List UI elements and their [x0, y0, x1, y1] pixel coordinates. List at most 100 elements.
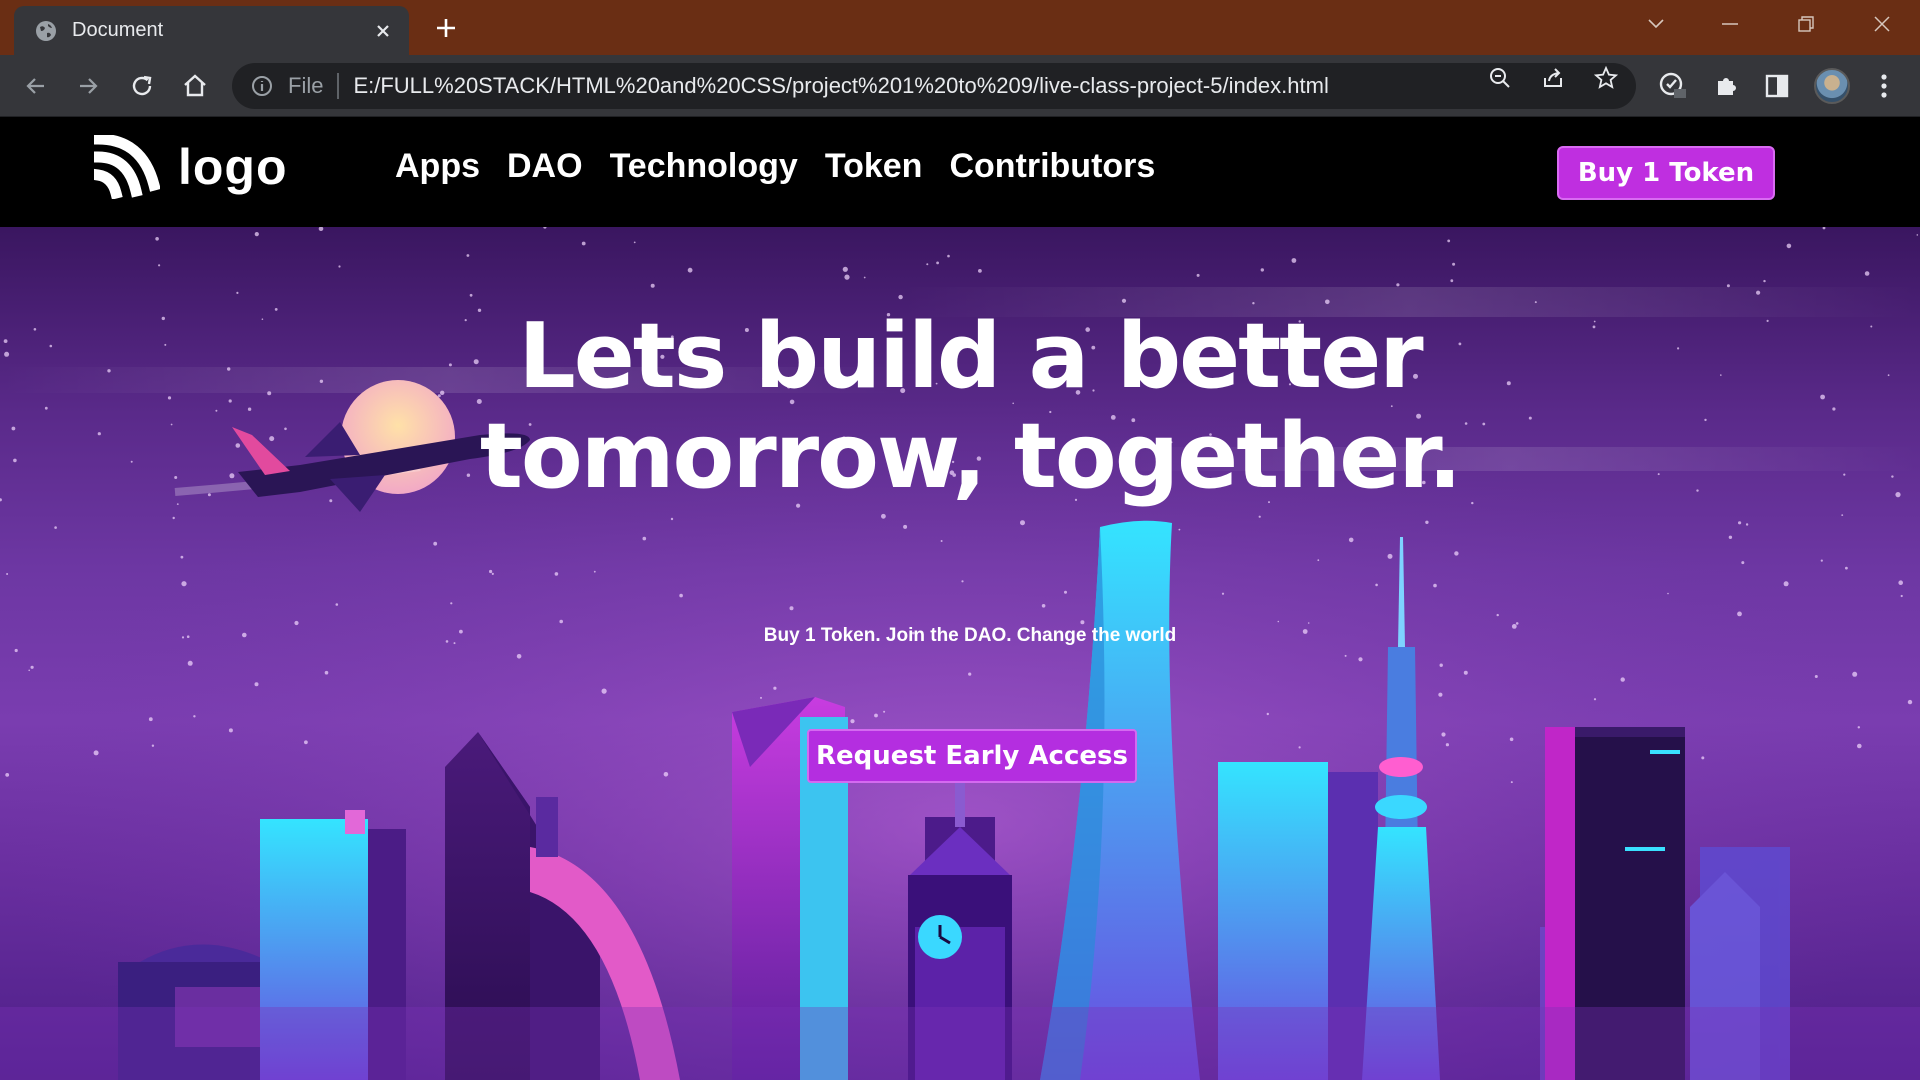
star	[193, 715, 196, 718]
buy-token-button[interactable]: Buy 1 Token	[1557, 146, 1775, 200]
star	[940, 540, 943, 542]
site-info-icon[interactable]	[250, 74, 274, 98]
star	[1620, 677, 1625, 682]
star	[1463, 670, 1468, 675]
close-window-icon[interactable]	[1862, 8, 1902, 40]
star	[1121, 298, 1127, 303]
minimize-icon[interactable]	[1710, 8, 1750, 40]
zoom-icon[interactable]	[1488, 66, 1512, 90]
star	[516, 654, 522, 659]
star	[181, 581, 187, 587]
tab-close-icon[interactable]	[371, 19, 395, 43]
browser-tab-strip: Document	[0, 0, 1920, 55]
nav-link-contributors[interactable]: Contributors	[949, 147, 1155, 186]
back-icon[interactable]	[19, 69, 53, 103]
nav-link-token[interactable]: Token	[825, 147, 923, 186]
hero-subheadline: Buy 1 Token. Join the DAO. Change the wo…	[763, 625, 1177, 646]
star	[1307, 622, 1310, 624]
star	[1907, 699, 1913, 705]
star	[554, 572, 559, 576]
star	[338, 265, 341, 268]
site-logo[interactable]: logo	[94, 135, 288, 199]
star	[1728, 535, 1733, 539]
star	[1738, 521, 1742, 525]
star	[679, 593, 683, 598]
new-tab-button[interactable]	[430, 12, 462, 44]
tab-search-icon[interactable]	[1636, 8, 1676, 40]
star	[1864, 271, 1870, 276]
star	[961, 580, 964, 583]
star	[633, 241, 636, 244]
star	[874, 713, 878, 718]
star	[254, 232, 259, 237]
browser-tab[interactable]: Document	[14, 6, 409, 55]
menu-kebab-icon[interactable]	[1868, 70, 1900, 102]
nav-link-apps[interactable]: Apps	[395, 147, 480, 186]
star	[304, 740, 308, 745]
star	[158, 264, 161, 267]
star	[466, 254, 470, 257]
star	[5, 773, 10, 777]
restore-icon[interactable]	[1786, 8, 1826, 40]
star	[1387, 553, 1393, 559]
bookmark-star-icon[interactable]	[1594, 66, 1618, 90]
nav-link-technology[interactable]: Technology	[610, 147, 798, 186]
star	[978, 269, 982, 273]
address-separator	[337, 73, 340, 99]
browser-toolbar: File E:/FULL%20STACK/HTML%20and%20CSS/pr…	[0, 55, 1920, 117]
star	[947, 254, 950, 258]
star	[324, 670, 329, 675]
star	[903, 524, 908, 529]
extensions-puzzle-icon[interactable]	[1711, 70, 1743, 102]
hero-section: Lets build a better tomorrow, together. …	[0, 227, 1920, 1080]
hero-headline: Lets build a better tomorrow, together.	[0, 307, 1920, 507]
star	[581, 241, 586, 246]
star	[1080, 620, 1085, 625]
star	[968, 672, 972, 676]
star	[1064, 590, 1067, 594]
star	[1260, 268, 1265, 272]
star	[151, 744, 155, 747]
star	[1726, 284, 1730, 288]
request-early-access-button[interactable]: Request Early Access	[807, 729, 1137, 783]
star	[1441, 732, 1446, 737]
url-text[interactable]: E:/FULL%20STACK/HTML%20and%20CSS/project…	[353, 73, 1636, 99]
star	[687, 267, 693, 273]
star	[489, 569, 493, 574]
star	[148, 717, 153, 722]
nav-link-dao[interactable]: DAO	[507, 147, 583, 186]
star	[601, 688, 607, 694]
share-icon[interactable]	[1541, 66, 1565, 90]
logo-mark-icon	[94, 135, 160, 199]
star	[1258, 515, 1261, 518]
star	[14, 648, 18, 653]
star	[1450, 279, 1454, 283]
home-icon[interactable]	[178, 69, 212, 103]
star	[1845, 566, 1848, 570]
star	[883, 710, 886, 713]
star	[6, 573, 9, 575]
reload-icon[interactable]	[125, 69, 159, 103]
star	[1841, 514, 1844, 516]
star	[1396, 283, 1400, 287]
extension-icon[interactable]	[1657, 70, 1689, 102]
address-bar[interactable]: File E:/FULL%20STACK/HTML%20and%20CSS/pr…	[232, 63, 1636, 109]
site-header: logo Apps DAO Technology Token Contribut…	[0, 117, 1920, 227]
star	[559, 619, 563, 624]
star	[254, 682, 259, 687]
star	[228, 728, 233, 733]
profile-avatar[interactable]	[1814, 68, 1850, 104]
star	[1900, 594, 1903, 598]
side-panel-icon[interactable]	[1761, 70, 1793, 102]
forward-icon[interactable]	[71, 69, 105, 103]
star	[180, 555, 184, 559]
star	[1454, 551, 1459, 556]
star	[1667, 592, 1669, 595]
star	[789, 606, 794, 611]
star	[1916, 234, 1919, 236]
star	[1425, 520, 1429, 524]
star	[1510, 781, 1513, 784]
star	[926, 263, 929, 266]
main-nav: Apps DAO Technology Token Contributors	[395, 147, 1155, 186]
star	[1783, 581, 1789, 587]
